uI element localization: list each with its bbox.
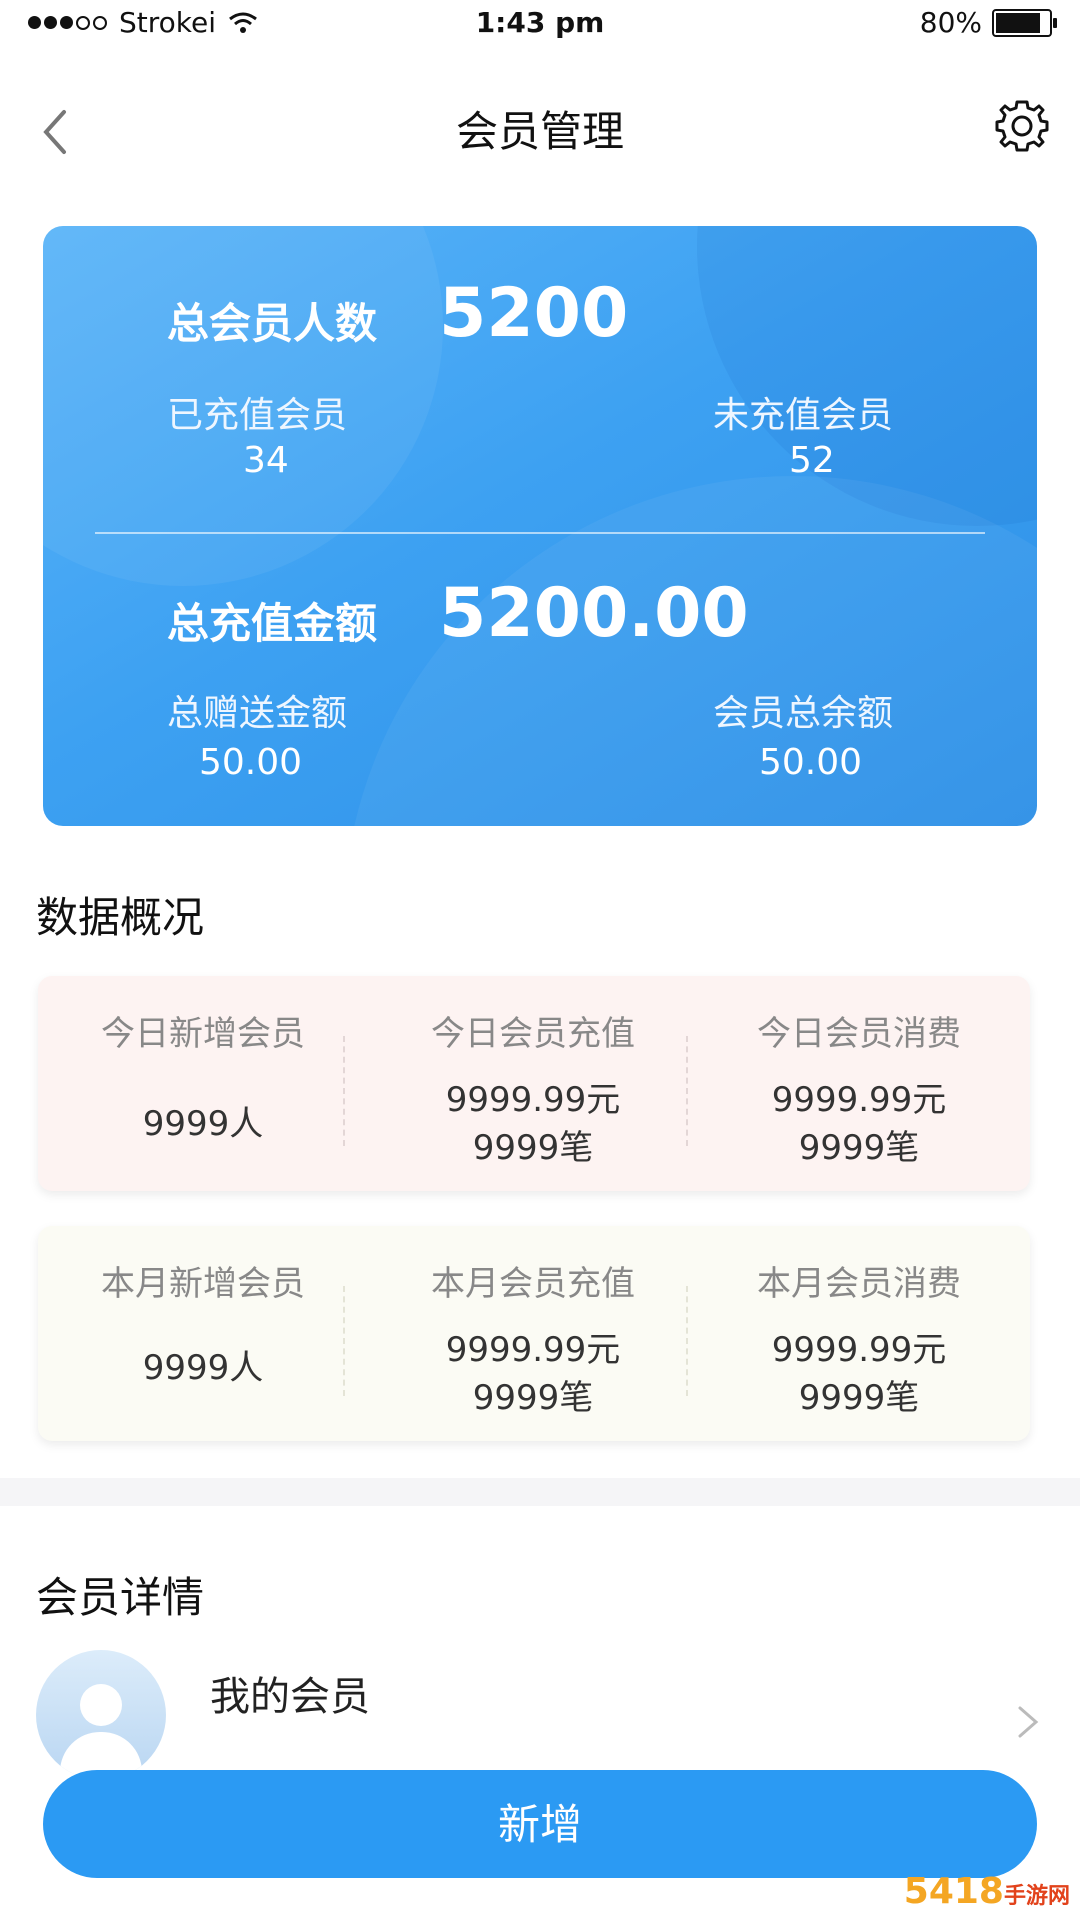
not-recharged-members-value: 52 <box>789 440 835 481</box>
month-recharge: 本月会员充值 9999.99元 9999笔 <box>368 1226 698 1441</box>
recharged-members-value: 34 <box>243 440 289 481</box>
watermark-logo: 5418手游网 <box>904 1871 1070 1912</box>
nav-bar: 会员管理 <box>0 70 1080 180</box>
summary-card: 总会员人数 5200 已充值会员 34 未充值会员 52 总充值金额 5200.… <box>43 226 1037 826</box>
month-consume-amount: 9999.99元 <box>771 1330 947 1370</box>
status-time: 1:43 pm <box>475 6 605 39</box>
my-members-row[interactable]: 我的会员 <box>0 1650 1080 1780</box>
month-recharge-count: 9999笔 <box>472 1378 594 1418</box>
month-new-members-label: 本月新增会员 <box>101 1264 305 1304</box>
month-new-members-value: 9999人 <box>142 1348 264 1388</box>
month-stats-card[interactable]: 本月新增会员 9999人 本月会员充值 9999.99元 9999笔 本月会员消… <box>38 1226 1030 1441</box>
today-consume: 今日会员消费 9999.99元 9999笔 <box>694 976 1024 1191</box>
today-consume-count: 9999笔 <box>798 1128 920 1168</box>
today-new-members: 今日新增会员 9999人 <box>38 976 368 1191</box>
member-balance-label: 会员总余额 <box>713 693 894 734</box>
avatar-icon <box>36 1650 166 1780</box>
total-recharge-value: 5200.00 <box>439 574 749 653</box>
total-members-label: 总会员人数 <box>167 299 378 348</box>
overview-title: 数据概况 <box>36 893 205 942</box>
section-gap <box>0 1478 1080 1506</box>
chevron-right-icon <box>1018 1706 1039 1738</box>
today-consume-amount: 9999.99元 <box>771 1080 947 1120</box>
card-divider <box>95 532 985 534</box>
not-recharged-members-label: 未充值会员 <box>713 395 894 436</box>
battery-group: 80% <box>919 6 1057 39</box>
member-balance-value: 50.00 <box>759 742 863 783</box>
today-recharge: 今日会员充值 9999.99元 9999笔 <box>368 976 698 1191</box>
month-consume-label: 本月会员消费 <box>757 1264 961 1304</box>
status-bar: Strokei 1:43 pm 80% <box>0 0 1080 48</box>
month-consume-count: 9999笔 <box>798 1378 920 1418</box>
month-recharge-label: 本月会员充值 <box>431 1264 635 1304</box>
recharged-members-label: 已充值会员 <box>167 395 348 436</box>
month-consume: 本月会员消费 9999.99元 9999笔 <box>694 1226 1024 1441</box>
page-title: 会员管理 <box>455 107 624 156</box>
total-gift-value: 50.00 <box>199 742 303 783</box>
today-recharge-count: 9999笔 <box>472 1128 594 1168</box>
total-members-value: 5200 <box>439 274 629 353</box>
month-separator-1 <box>343 1286 345 1396</box>
month-new-members: 本月新增会员 9999人 <box>38 1226 368 1441</box>
month-recharge-amount: 9999.99元 <box>445 1330 621 1370</box>
today-new-members-value: 9999人 <box>142 1104 264 1144</box>
total-gift-label: 总赠送金额 <box>167 693 348 734</box>
battery-percent: 80% <box>919 6 982 39</box>
member-details-title: 会员详情 <box>36 1573 205 1622</box>
add-button[interactable]: 新增 <box>43 1770 1037 1878</box>
my-members-label: 我的会员 <box>210 1674 370 1720</box>
battery-icon <box>992 8 1057 37</box>
watermark-sub: 手游网 <box>1003 1884 1070 1909</box>
month-separator-2 <box>686 1286 688 1396</box>
today-separator-1 <box>343 1036 345 1146</box>
total-recharge-label: 总充值金额 <box>167 599 378 648</box>
watermark-main: 5418 <box>903 1871 1004 1912</box>
today-separator-2 <box>686 1036 688 1146</box>
gear-icon[interactable] <box>994 98 1050 154</box>
today-recharge-label: 今日会员充值 <box>431 1014 635 1054</box>
today-consume-label: 今日会员消费 <box>757 1014 961 1054</box>
today-new-members-label: 今日新增会员 <box>101 1014 305 1054</box>
today-stats-card[interactable]: 今日新增会员 9999人 今日会员充值 9999.99元 9999笔 今日会员消… <box>38 976 1030 1191</box>
today-recharge-amount: 9999.99元 <box>445 1080 621 1120</box>
